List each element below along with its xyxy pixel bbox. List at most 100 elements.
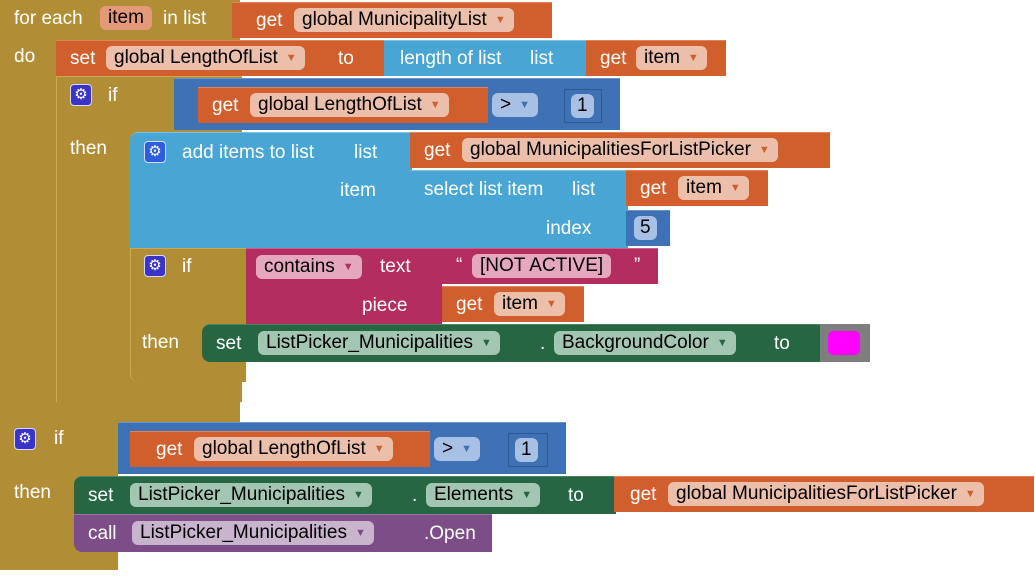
dropdown-arrow-icon: ▼: [964, 488, 976, 500]
get-item-block[interactable]: get item ▼: [442, 286, 584, 322]
operator-dropdown[interactable]: > ▼: [492, 93, 538, 117]
index-socket-label: index: [546, 218, 592, 239]
get-length-block[interactable]: get global LengthOfList ▼: [130, 431, 430, 467]
to-label: to: [338, 48, 354, 69]
dot-label: .: [540, 333, 546, 354]
property-name: BackgroundColor: [562, 332, 709, 353]
variable-dropdown[interactable]: global MunicipalityList ▼: [294, 8, 514, 32]
dropdown-arrow-icon: ▼: [494, 14, 506, 26]
component-dropdown[interactable]: ListPicker_Municipalities ▼: [130, 483, 372, 507]
dropdown-arrow-icon: ▼: [758, 144, 770, 156]
operator-value: >: [442, 438, 454, 459]
property-name: Elements: [434, 484, 514, 505]
select-list-item-block[interactable]: select list item list index: [410, 170, 628, 248]
variable-dropdown[interactable]: item ▼: [678, 176, 749, 200]
text-socket-label: text: [380, 256, 411, 277]
item-socket-label: item: [340, 180, 376, 201]
contains-block[interactable]: contains ▼ text piece: [246, 248, 442, 324]
get-label: get: [424, 140, 451, 161]
variable-name: global LengthOfList: [202, 438, 366, 459]
if-label: if: [54, 428, 64, 449]
gear-icon[interactable]: ⚙: [144, 255, 166, 277]
compare-block[interactable]: get global LengthOfList ▼ > ▼ 1: [174, 78, 620, 130]
variable-name: global LengthOfList: [258, 94, 422, 115]
variable-dropdown[interactable]: global LengthOfList ▼: [250, 93, 449, 117]
piece-socket-label: piece: [362, 295, 408, 316]
set-label: set: [88, 485, 114, 506]
variable-dropdown[interactable]: global LengthOfList ▼: [194, 437, 393, 461]
property-dropdown[interactable]: BackgroundColor ▼: [554, 331, 736, 355]
call-open-block[interactable]: call ListPicker_Municipalities ▼ .Open: [74, 514, 492, 552]
variable-name: global MunicipalitiesForListPicker: [470, 139, 751, 160]
variable-dropdown[interactable]: global MunicipalitiesForListPicker ▼: [668, 482, 984, 506]
contains-operator-dropdown[interactable]: contains ▼: [256, 255, 362, 279]
variable-dropdown[interactable]: item ▼: [494, 292, 565, 316]
set-label: set: [216, 333, 242, 354]
compare-block[interactable]: get global LengthOfList ▼ > ▼ 1: [118, 422, 566, 474]
list-socket-label: list: [354, 142, 378, 163]
variable-name: global LengthOfList: [114, 47, 278, 68]
variable-dropdown[interactable]: global MunicipalitiesForListPicker ▼: [462, 138, 778, 162]
do-label: do: [14, 46, 36, 67]
component-dropdown[interactable]: ListPicker_Municipalities ▼: [258, 331, 500, 355]
number-block[interactable]: 1: [508, 433, 548, 467]
set-length-block[interactable]: set global LengthOfList ▼ to: [56, 40, 386, 76]
index-number-field[interactable]: 5: [634, 216, 657, 240]
dropdown-arrow-icon: ▼: [545, 298, 557, 310]
gear-icon[interactable]: ⚙: [70, 84, 92, 106]
get-municipalities-for-listpicker-block[interactable]: get global MunicipalitiesForListPicker ▼: [614, 476, 1034, 512]
dropdown-arrow-icon: ▼: [480, 337, 492, 349]
get-municipalities-for-listpicker-block[interactable]: get global MunicipalitiesForListPicker ▼: [410, 132, 830, 168]
gear-icon[interactable]: ⚙: [144, 141, 166, 163]
index-number-block[interactable]: 5: [626, 210, 670, 246]
for-each-label: for each: [14, 8, 83, 29]
add-items-to-list-block[interactable]: ⚙ add items to list list item: [130, 132, 412, 250]
loop-variable-field[interactable]: item: [100, 6, 152, 30]
component-dropdown[interactable]: ListPicker_Municipalities ▼: [132, 521, 374, 545]
get-label: get: [600, 48, 627, 69]
gear-icon[interactable]: ⚙: [14, 428, 36, 450]
number-block[interactable]: 1: [564, 89, 602, 123]
set-background-color-block[interactable]: set ListPicker_Municipalities ▼ . Backgro…: [202, 324, 820, 362]
get-item-block[interactable]: get item ▼: [586, 40, 726, 76]
to-label: to: [568, 485, 584, 506]
get-municipality-list-block[interactable]: get global MunicipalityList ▼: [232, 2, 552, 38]
number-field[interactable]: 1: [515, 438, 538, 462]
get-label: get: [640, 178, 667, 199]
set-variable-dropdown[interactable]: global LengthOfList ▼: [106, 46, 305, 70]
text-value-field[interactable]: [NOT ACTIVE]: [472, 254, 612, 278]
dropdown-arrow-icon: ▼: [373, 443, 385, 455]
operator-value: >: [500, 94, 512, 115]
get-label: get: [256, 10, 283, 31]
length-of-list-block[interactable]: length of list list: [384, 40, 588, 76]
dropdown-arrow-icon: ▼: [729, 182, 741, 194]
length-of-list-label: length of list: [400, 48, 502, 69]
variable-name: global MunicipalityList: [302, 9, 487, 30]
get-length-block[interactable]: get global LengthOfList ▼: [198, 87, 488, 123]
if-label: if: [108, 85, 118, 106]
variable-name: item: [686, 177, 722, 198]
magenta-color-swatch[interactable]: [828, 331, 860, 355]
component-name: ListPicker_Municipalities: [266, 332, 473, 353]
if3-header: [0, 404, 240, 422]
variable-name: item: [502, 293, 538, 314]
property-dropdown[interactable]: Elements ▼: [426, 483, 541, 507]
dropdown-arrow-icon: ▼: [285, 52, 297, 64]
number-field[interactable]: 1: [571, 94, 594, 118]
in-list-label: in list: [163, 8, 207, 29]
then-label: then: [70, 138, 107, 159]
dropdown-arrow-icon: ▼: [354, 527, 366, 539]
text-literal-block[interactable]: “ [NOT ACTIVE] ”: [442, 248, 658, 284]
get-item-block[interactable]: get item ▼: [626, 170, 768, 206]
variable-name: item: [644, 47, 680, 68]
dropdown-arrow-icon: ▼: [352, 489, 364, 501]
get-label: get: [630, 484, 657, 505]
operator-dropdown[interactable]: > ▼: [434, 437, 480, 461]
variable-name: global MunicipalitiesForListPicker: [676, 483, 957, 504]
list-socket-label: list: [572, 179, 596, 200]
operator-value: contains: [264, 256, 335, 277]
dropdown-arrow-icon: ▼: [716, 337, 728, 349]
color-block[interactable]: [820, 324, 870, 362]
set-elements-block[interactable]: set ListPicker_Municipalities ▼ . Element…: [74, 476, 616, 514]
variable-dropdown[interactable]: item ▼: [636, 46, 707, 70]
